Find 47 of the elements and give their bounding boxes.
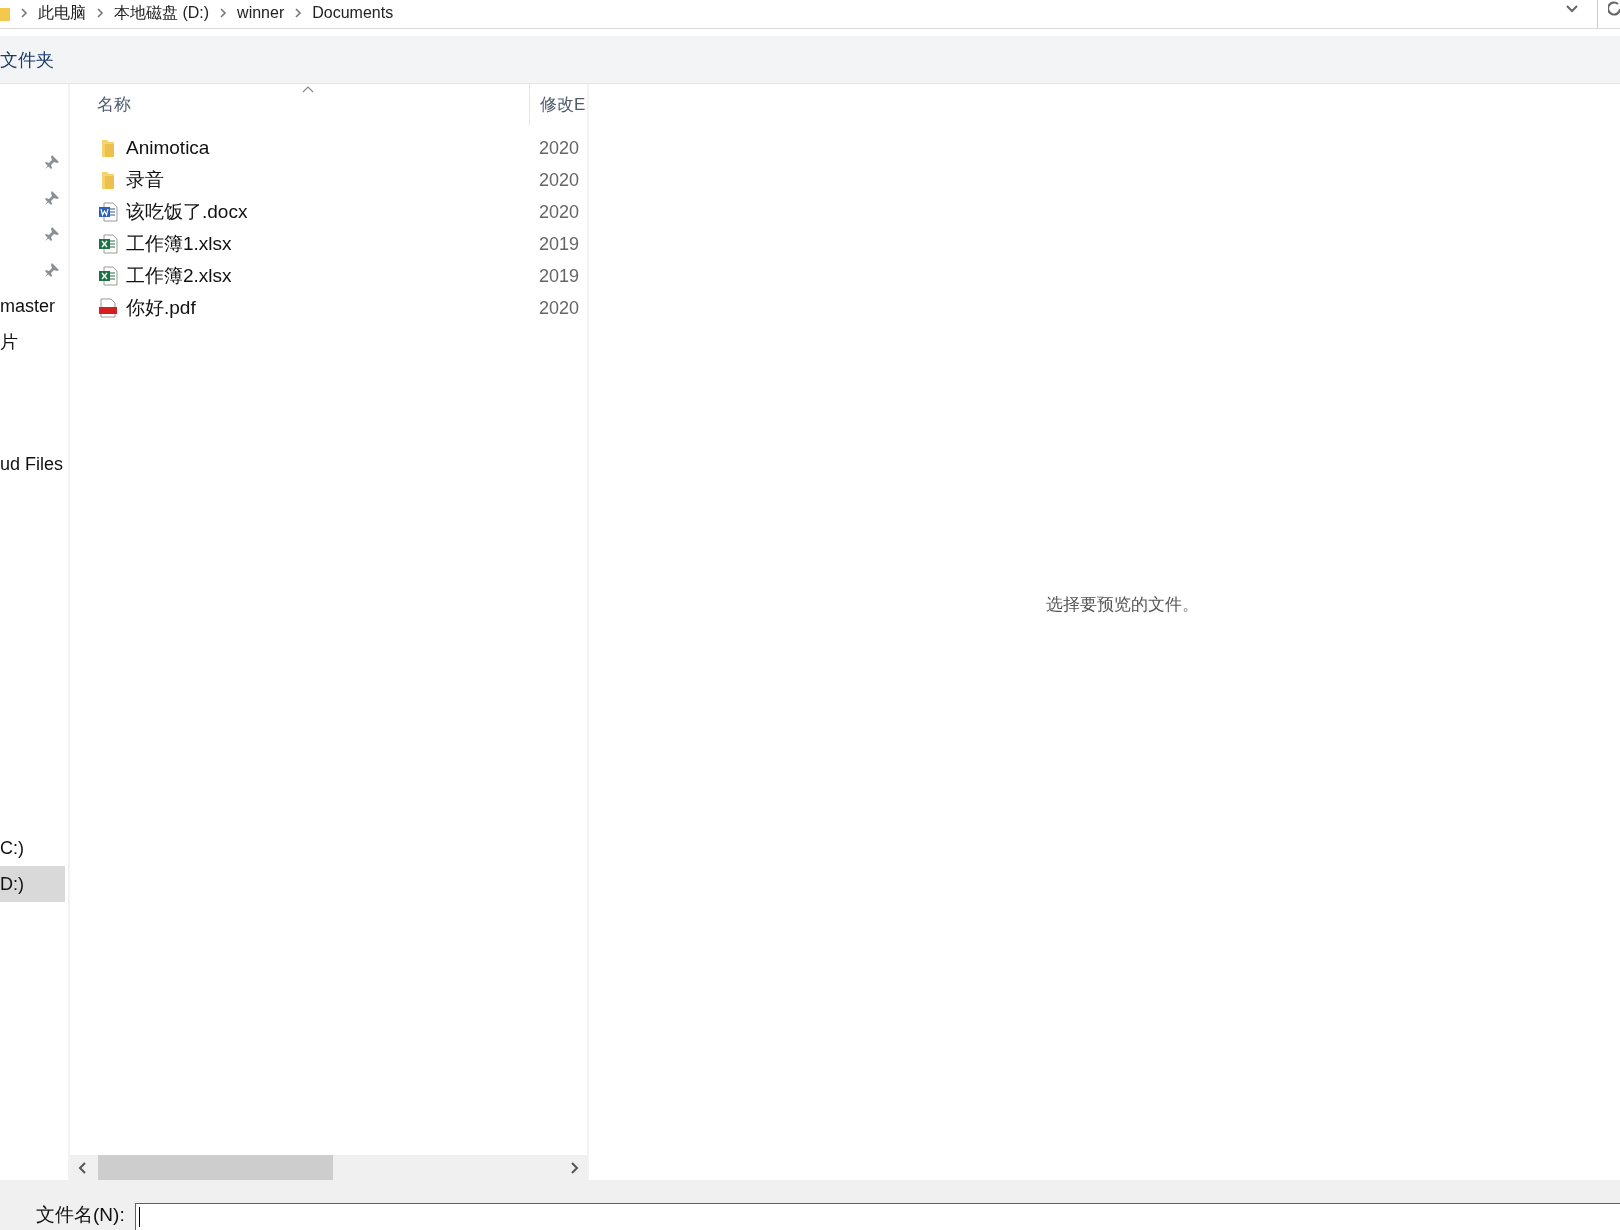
new-folder-button[interactable]: 文件夹 [0,47,54,72]
file-name-label: 文件名(N): [36,1203,125,1227]
chevron-icon [294,8,303,18]
file-name[interactable]: 工作簿2.xlsx [126,263,232,289]
modified-date: 2020 [539,169,580,191]
scroll-right-icon[interactable] [569,1160,579,1175]
pin-icon[interactable] [44,154,60,170]
chevron-icon [219,8,228,18]
modified-date: 2020 [539,137,580,159]
spreadsheet-icon [98,266,118,286]
breadcrumb-item[interactable]: winner [237,4,285,22]
breadcrumb-item[interactable]: Documents [312,4,394,22]
horizontal-scrollbar[interactable] [70,1155,587,1180]
nav-item[interactable]: D:) [0,866,65,902]
nav-item[interactable]: master [0,288,65,324]
preview-message: 选择要预览的文件。 [1045,593,1199,616]
column-header[interactable]: 名称 [97,93,529,116]
pin-icon[interactable] [44,262,60,278]
folder-icon [0,5,10,21]
file-name[interactable]: 你好.pdf [126,295,196,321]
chevron-icon [20,8,28,18]
nav-item[interactable]: C:) [0,830,65,866]
dropdown-icon[interactable] [1565,4,1579,14]
nav-item[interactable]: ud Files [0,446,65,482]
scrollbar-thumb[interactable] [98,1155,333,1180]
address-bar[interactable]: 此电脑 本地磁盘 (D:) winner Documents [0,0,1620,29]
chevron-icon [96,8,104,18]
breadcrumb-item[interactable]: 此电脑 [38,4,86,22]
pin-icon[interactable] [44,190,60,206]
column-header[interactable]: 修改E [529,84,587,125]
pdf-icon [98,298,118,318]
breadcrumb-item[interactable]: 本地磁盘 (D:) [114,4,210,22]
modified-date: 2020 [539,201,580,223]
modified-date: 2019 [539,265,580,287]
modified-date: 2020 [539,297,580,319]
nav-item[interactable]: 片 [0,324,65,360]
refresh-icon[interactable] [1608,0,1620,18]
word-document-icon [98,202,118,222]
pin-icon[interactable] [44,226,60,242]
file-name[interactable]: 该吃饭了.docx [126,199,248,225]
modified-date: 2019 [539,233,580,255]
file-name-field[interactable] [134,1203,1620,1230]
scroll-left-icon[interactable] [78,1160,88,1175]
file-name[interactable]: Animotica [126,137,210,159]
spreadsheet-icon [98,234,118,254]
file-name[interactable]: 录音 [126,167,164,193]
file-name[interactable]: 工作簿1.xlsx [126,231,232,257]
